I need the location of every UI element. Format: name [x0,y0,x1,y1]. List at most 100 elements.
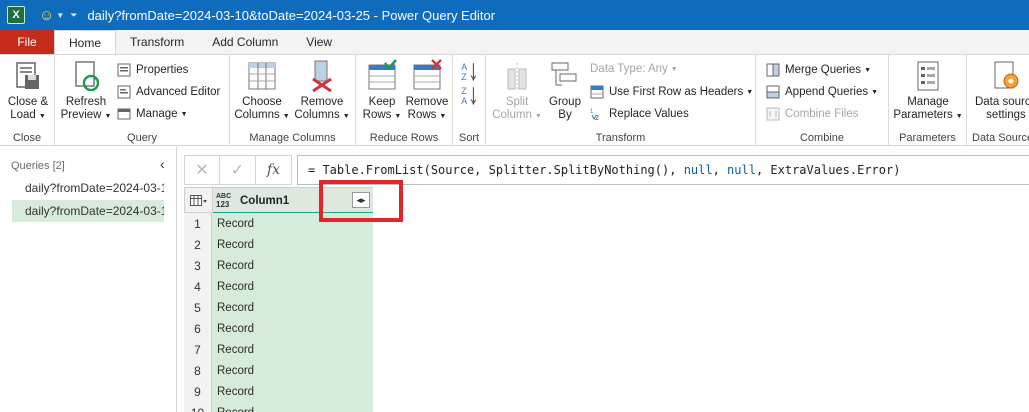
fx-icon[interactable]: fx [256,155,292,185]
type-label-abc: ABC [216,192,232,200]
refresh-preview-button[interactable]: Refresh Preview ▼ [61,59,111,123]
group-by-button[interactable]: Group By [546,59,584,122]
commit-formula-button[interactable]: ✓ [220,155,256,185]
group-sort: A Z Z A Sort [453,55,486,146]
record-cell[interactable]: Record [212,297,373,318]
append-queries-icon [766,85,780,99]
properties-icon [117,63,131,77]
properties-label: Properties [136,64,189,76]
row-number: 9 [184,381,212,402]
query-item-label: daily?fromDate=2024-03-10&toDate=2024-03… [25,181,164,195]
smiley-icon[interactable]: ☺ [39,7,54,24]
ribbon: Close & Load ▼ Close Refresh Preview ▼ Pro… [0,54,1029,146]
row-number: 4 [184,276,212,297]
replace-values-label: Replace Values [609,108,689,120]
table-row: 9 Record [184,381,373,402]
tab-transform[interactable]: Transform [116,30,198,54]
tab-home[interactable]: Home [54,30,117,54]
record-cell[interactable]: Record [212,255,373,276]
close-load-button[interactable]: Close & Load ▼ [5,59,51,123]
record-cell[interactable]: Record [212,234,373,255]
tab-view[interactable]: View [292,30,346,54]
collapse-pane-icon[interactable]: ‹ [160,156,165,172]
table-row: 3 Record [184,255,373,276]
refresh-label-2: Preview ▼ [60,109,112,121]
split-column-label: Split [505,96,529,108]
manage-label: Manage [136,108,178,120]
table-menu-icon[interactable] [185,188,213,213]
append-queries-button[interactable]: Append Queries ▼ [766,85,878,99]
sort-ascending-button[interactable]: A Z [461,61,482,81]
replace-values-icon: 12 [590,109,599,121]
keep-rows-button[interactable]: Keep Rows ▼ [362,59,402,123]
column-title: Column1 [240,194,290,207]
advanced-editor-button[interactable]: Advanced Editor [117,85,220,99]
remove-columns-label-2: Columns ▼ [294,109,350,121]
svg-text:1: 1 [590,109,594,115]
group-reduce-rows-label: Reduce Rows [369,132,439,144]
row-number: 1 [184,213,212,234]
data-source-settings-button[interactable]: Data source settings [971,59,1029,122]
table-row: 6 Record [184,318,373,339]
cancel-formula-button[interactable]: ✕ [184,155,220,185]
svg-text:A: A [461,96,467,105]
type-label-123: 123 [216,199,230,209]
split-column-button[interactable]: Split Column ▼ [492,59,542,123]
group-by-icon [551,62,577,86]
group-combine-label: Combine [799,132,845,144]
keep-rows-icon [368,59,397,90]
record-cell[interactable]: Record [212,360,373,381]
data-type-dropdown[interactable]: Data Type: Any ▼ [590,63,678,75]
chevron-down-icon[interactable]: ▼ [56,11,64,20]
table-row: 2 Record [184,234,373,255]
group-combine: Merge Queries ▼ Append Queries ▼ Combine F… [756,55,889,146]
sort-ascending-icon: A Z [461,62,477,81]
tab-file[interactable]: File [0,30,54,54]
query-item[interactable]: daily?fromDate=2024-03-10&toDate=2024-03… [12,177,164,199]
split-column-icon [507,63,527,91]
tab-add-column[interactable]: Add Column [198,30,292,54]
formula-text: = Table.FromList(Source, Splitter.SplitB… [308,163,684,177]
record-cell[interactable]: Record [212,339,373,360]
manage-parameters-label: Manage [907,96,949,108]
manage-button[interactable]: Manage ▼ [117,107,188,121]
formula-null-keyword: null [683,163,713,177]
formula-input[interactable]: = Table.FromList(Source, Splitter.SplitB… [297,155,1029,185]
remove-columns-icon [312,60,332,93]
combine-files-icon [766,107,780,121]
excel-icon: X [7,6,25,24]
group-data-sources: Data source settings Data Sources [967,55,1029,146]
manage-parameters-label-2: Parameters ▼ [893,109,963,121]
svg-text:A: A [461,62,467,72]
record-cell[interactable]: Record [212,381,373,402]
record-cell[interactable]: Record [212,318,373,339]
remove-columns-button[interactable]: Remove Columns ▼ [294,59,350,123]
keep-rows-label: Keep [368,96,396,108]
group-by-label: Group [549,96,581,108]
properties-button[interactable]: Properties [117,63,188,77]
choose-columns-button[interactable]: Choose Columns ▼ [234,59,290,123]
remove-rows-icon [413,59,442,90]
row-number: 10 [184,402,212,412]
manage-parameters-button[interactable]: Manage Parameters ▼ [893,59,963,123]
remove-rows-button[interactable]: Remove Rows ▼ [404,59,450,123]
table-row: 10 Record [184,402,373,412]
merge-queries-button[interactable]: Merge Queries ▼ [766,63,871,77]
close-load-label-2: Load ▼ [10,109,46,121]
manage-parameters-icon [917,61,939,91]
query-item-selected[interactable]: daily?fromDate=2024-03-10&toDate=2024-03… [12,200,164,222]
choose-columns-icon [248,62,276,90]
choose-columns-label-2: Columns ▼ [234,109,290,121]
record-cell[interactable]: Record [212,276,373,297]
refresh-icon [75,61,100,92]
sort-descending-button[interactable]: Z A [461,85,482,105]
group-close: Close & Load ▼ Close [0,55,55,146]
queries-pane: Queries [2] ‹ daily?fromDate=2024-03-10&… [0,147,177,412]
quick-access-customize-icon[interactable]: ⏷ [70,10,77,21]
record-cell[interactable]: Record [212,402,373,412]
any-type-icon[interactable]: ABC 123 [216,193,234,209]
combine-files-button[interactable]: Combine Files [766,107,859,121]
table-row: 5 Record [184,297,373,318]
use-first-row-headers-button[interactable]: Use First Row as Headers ▼ [590,85,753,99]
replace-values-button[interactable]: 12 Replace Values [590,107,689,121]
